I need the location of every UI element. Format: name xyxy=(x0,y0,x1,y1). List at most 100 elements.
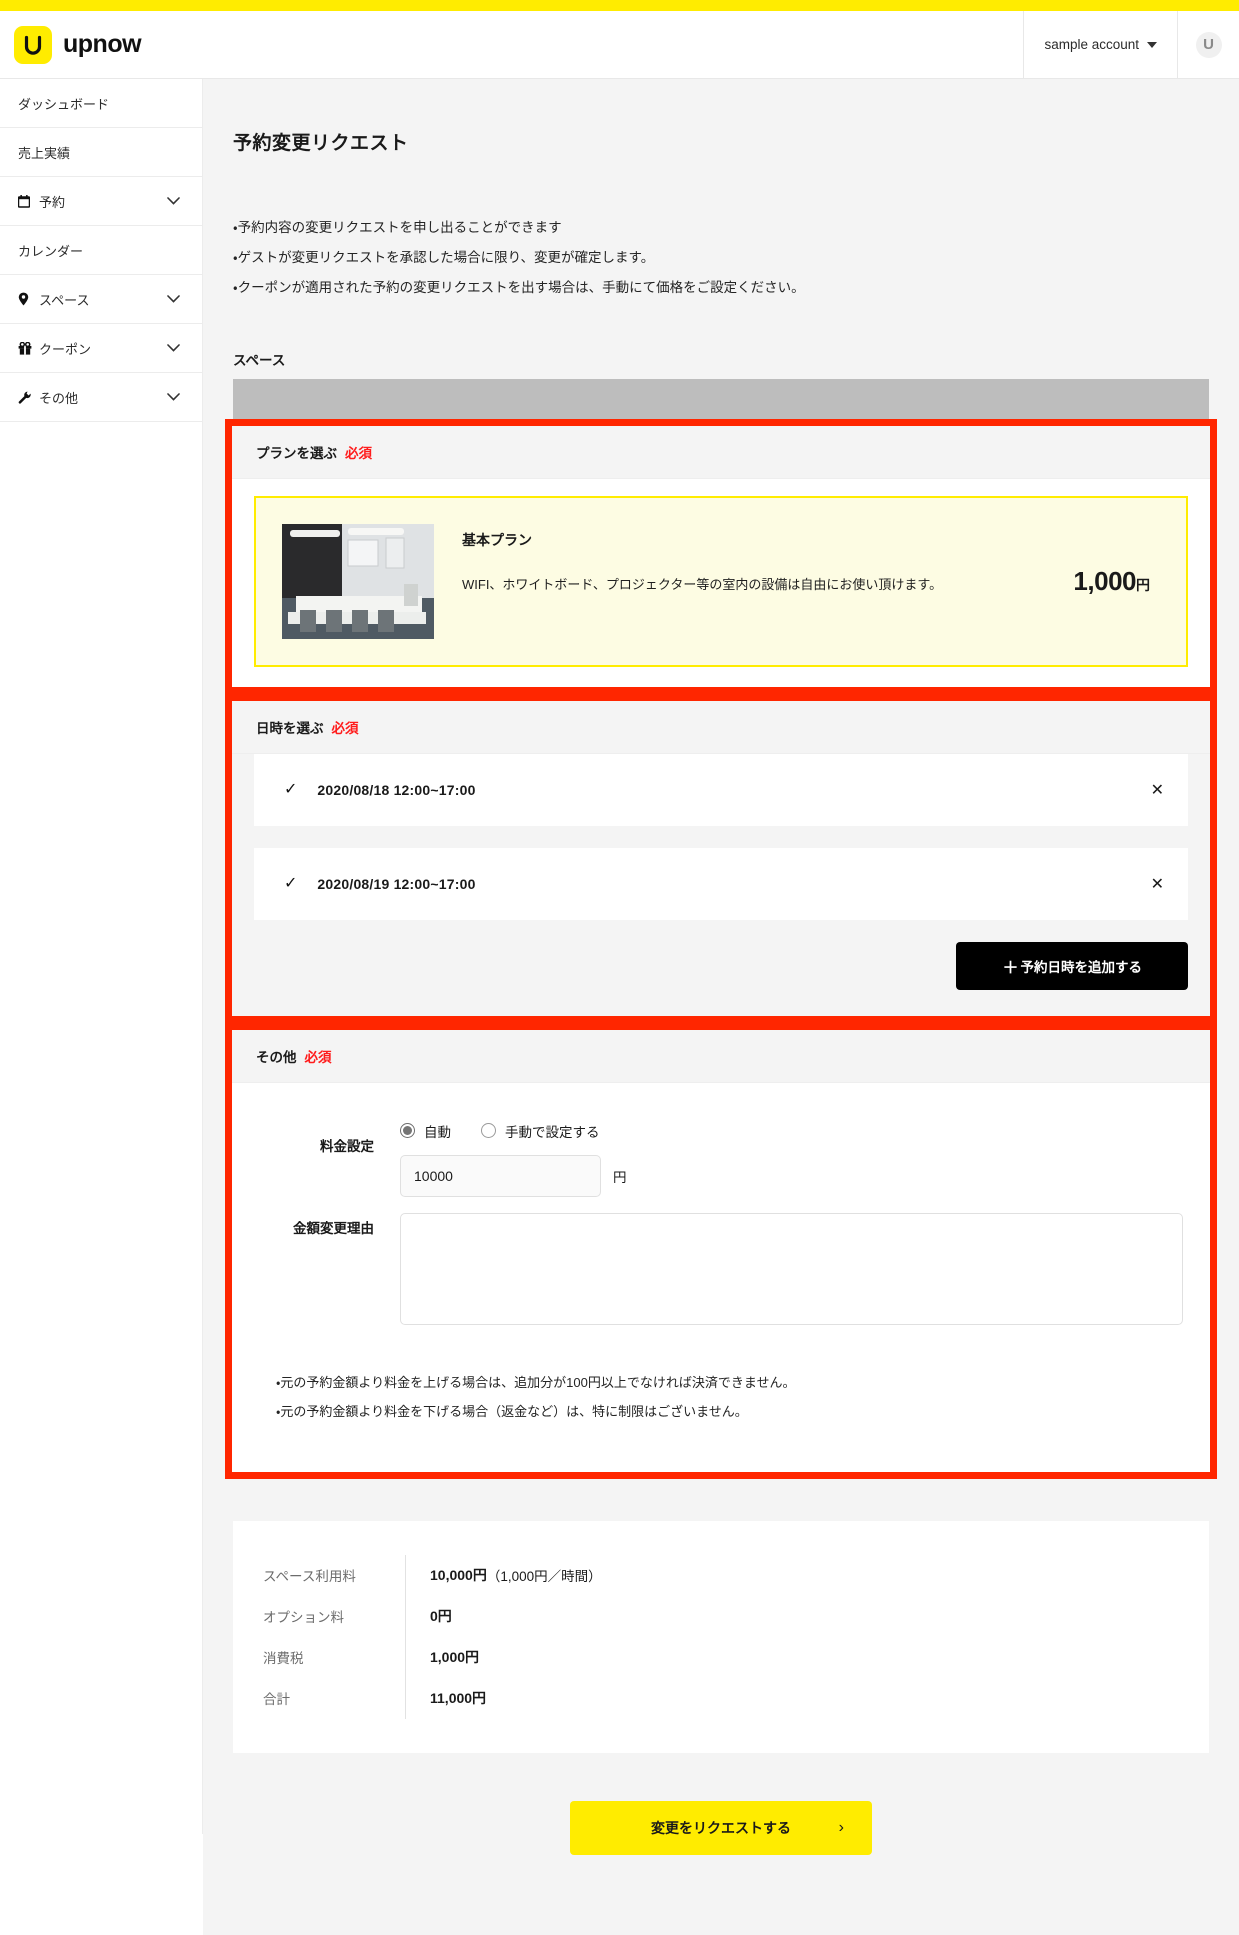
other-section-title: その他 xyxy=(256,1049,297,1065)
pin-icon xyxy=(18,292,35,306)
plan-section-heading: プランを選ぶ 必須 xyxy=(232,425,1210,479)
chevron-down-icon[interactable] xyxy=(167,393,180,401)
price-setting-radio-group: 自動 手動で設定する xyxy=(400,1121,1184,1141)
summary-key: 消費税 xyxy=(263,1651,304,1667)
amount-unit: 円 xyxy=(613,1169,627,1185)
radio-icon xyxy=(481,1123,496,1139)
plan-thumbnail xyxy=(282,523,434,639)
datetime-text: 2020/08/19 12:00~17:00 xyxy=(317,875,476,892)
upnow-logo-icon xyxy=(14,25,52,64)
sidebar-item-label: クーポン xyxy=(39,341,92,357)
plan-price-unit: 円 xyxy=(1136,576,1150,593)
avatar-button[interactable]: U xyxy=(1177,10,1239,79)
required-badge: 必須 xyxy=(331,720,359,736)
sidebar-item-label: スペース xyxy=(39,292,90,308)
reason-textarea[interactable] xyxy=(400,1212,1183,1325)
other-section-heading: その他 必須 xyxy=(232,1029,1210,1083)
calendar-icon xyxy=(18,194,35,208)
chevron-down-icon[interactable] xyxy=(167,295,180,303)
sidebar-item-reservation[interactable]: 予約 xyxy=(0,177,202,226)
summary-row: オプション料 0円 xyxy=(233,1595,1209,1637)
space-select[interactable] xyxy=(233,378,1209,419)
note-item: ・元の予約金額より料金を下げる場合（返金など）は、特に制限はございません。 xyxy=(276,1403,748,1419)
summary-amount: 11,000円 xyxy=(430,1690,487,1707)
plan-price: 1,000円 xyxy=(1073,566,1162,597)
sidebar-item-sales[interactable]: 売上実績 xyxy=(0,128,202,177)
gift-icon xyxy=(18,341,35,355)
datetime-text: 2020/08/18 12:00~17:00 xyxy=(317,781,476,798)
plan-card[interactable]: 基本プラン WIFI、ホワイトボード、プロジェクター等の室内の設備は自由にお使い… xyxy=(254,495,1188,667)
submit-label: 変更をリクエストする xyxy=(651,1819,791,1836)
avatar: U xyxy=(1195,31,1222,58)
summary-key: 合計 xyxy=(263,1692,290,1708)
brand-logo[interactable]: upnow xyxy=(14,25,142,64)
note-item: ・ゲストが変更リクエストを承認した場合に限り、変更が確定します。 xyxy=(233,249,655,265)
plan-section-title: プランを選ぶ xyxy=(256,445,337,461)
top-accent-bar xyxy=(0,0,1239,11)
amount-input[interactable] xyxy=(400,1154,601,1197)
summary-row: スペース利用料 10,000円 （1,000円／時間） xyxy=(233,1554,1209,1596)
radio-option-manual[interactable]: 手動で設定する xyxy=(481,1121,600,1141)
chevron-down-icon xyxy=(1147,41,1157,48)
datetime-row[interactable]: ✓ 2020/08/19 12:00~17:00 ✕ xyxy=(254,847,1188,920)
close-icon[interactable]: ✕ xyxy=(1151,874,1164,894)
add-datetime-button[interactable]: ＋予約日時を追加する xyxy=(956,941,1188,990)
sidebar: ダッシュボード 売上実績 予約 カレンダー スペース クーポン その他 xyxy=(0,79,203,1834)
check-icon: ✓ xyxy=(284,780,298,798)
plan-price-number: 1,000 xyxy=(1073,565,1136,596)
summary-row: 合計 11,000円 xyxy=(233,1677,1209,1719)
summary-value: 11,000円 xyxy=(405,1677,487,1719)
note-item: ・予約内容の変更リクエストを申し出ることができます xyxy=(233,219,562,235)
add-datetime-label: 予約日時を追加する xyxy=(1020,959,1143,975)
sidebar-item-other[interactable]: その他 xyxy=(0,373,202,422)
plus-icon: ＋ xyxy=(1002,959,1019,977)
summary-value: 0円 xyxy=(405,1595,452,1637)
submit-change-request-button[interactable]: 変更をリクエストする › xyxy=(570,1800,872,1855)
summary-row: 消費税 1,000円 xyxy=(233,1636,1209,1678)
price-summary: スペース利用料 10,000円 （1,000円／時間） オプション料 0円 消費税… xyxy=(233,1520,1209,1753)
other-section: その他 必須 料金設定 自動 手動で設定する 10000 円 金額変更理由 ・元… xyxy=(225,1022,1217,1479)
summary-key: オプション料 xyxy=(263,1610,344,1626)
sidebar-item-coupon[interactable]: クーポン xyxy=(0,324,202,373)
close-icon[interactable]: ✕ xyxy=(1151,780,1164,800)
datetime-section: 日時を選ぶ 必須 ✓ 2020/08/18 12:00~17:00 ✕ ✓ 202… xyxy=(225,693,1217,1023)
sidebar-item-label: カレンダー xyxy=(18,243,84,259)
chevron-down-icon[interactable] xyxy=(167,344,180,352)
sidebar-item-dashboard[interactable]: ダッシュボード xyxy=(0,79,202,128)
brand-name: upnow xyxy=(63,30,142,58)
sidebar-item-calendar[interactable]: カレンダー xyxy=(0,226,202,275)
note-item: ・クーポンが適用された予約の変更リクエストを出す場合は、手動にて価格をご設定くだ… xyxy=(233,279,805,295)
sidebar-item-space[interactable]: スペース xyxy=(0,275,202,324)
sidebar-item-label: 予約 xyxy=(39,194,66,210)
sidebar-item-label: ダッシュボード xyxy=(18,96,110,112)
plan-description: WIFI、ホワイトボード、プロジェクター等の室内の設備は自由にお使い頂けます。 xyxy=(462,576,943,592)
required-badge: 必須 xyxy=(345,445,372,461)
summary-amount: 10,000円 xyxy=(430,1567,487,1584)
datetime-row[interactable]: ✓ 2020/08/18 12:00~17:00 ✕ xyxy=(254,753,1188,826)
main-content: 予約変更リクエスト ・予約内容の変更リクエストを申し出ることができます ・ゲスト… xyxy=(203,79,1239,1935)
note-item: ・元の予約金額より料金を上げる場合は、追加分が100円以上でなければ決済できませ… xyxy=(276,1374,796,1390)
account-label: sample account xyxy=(1044,37,1139,52)
radio-icon-selected xyxy=(400,1123,415,1139)
summary-suffix: （1,000円／時間） xyxy=(486,1569,602,1585)
datetime-section-heading: 日時を選ぶ 必須 xyxy=(232,700,1210,754)
chevron-right-icon: › xyxy=(838,1818,844,1836)
reason-label: 金額変更理由 xyxy=(293,1220,374,1236)
check-icon: ✓ xyxy=(284,874,298,892)
other-notes: ・元の予約金額より料金を上げる場合は、追加分が100円以上でなければ決済できませ… xyxy=(258,1346,1184,1430)
datetime-section-title: 日時を選ぶ xyxy=(256,720,324,736)
radio-option-auto[interactable]: 自動 xyxy=(400,1121,451,1141)
summary-value: 1,000円 xyxy=(405,1636,480,1678)
page-title: 予約変更リクエスト xyxy=(233,132,409,154)
radio-label: 手動で設定する xyxy=(505,1124,600,1140)
summary-amount: 1,000円 xyxy=(430,1649,480,1666)
account-menu[interactable]: sample account xyxy=(1023,10,1177,79)
plan-name: 基本プラン xyxy=(462,531,532,548)
sidebar-item-label: その他 xyxy=(39,390,79,406)
intro-notes: ・予約内容の変更リクエストを申し出ることができます ・ゲストが変更リクエストを承… xyxy=(203,171,1239,303)
chevron-down-icon[interactable] xyxy=(167,197,180,205)
required-badge: 必須 xyxy=(304,1049,332,1065)
price-setting-label: 料金設定 xyxy=(320,1138,374,1154)
summary-value: 10,000円 （1,000円／時間） xyxy=(405,1554,602,1596)
app-header: upnow sample account U xyxy=(0,10,1239,79)
